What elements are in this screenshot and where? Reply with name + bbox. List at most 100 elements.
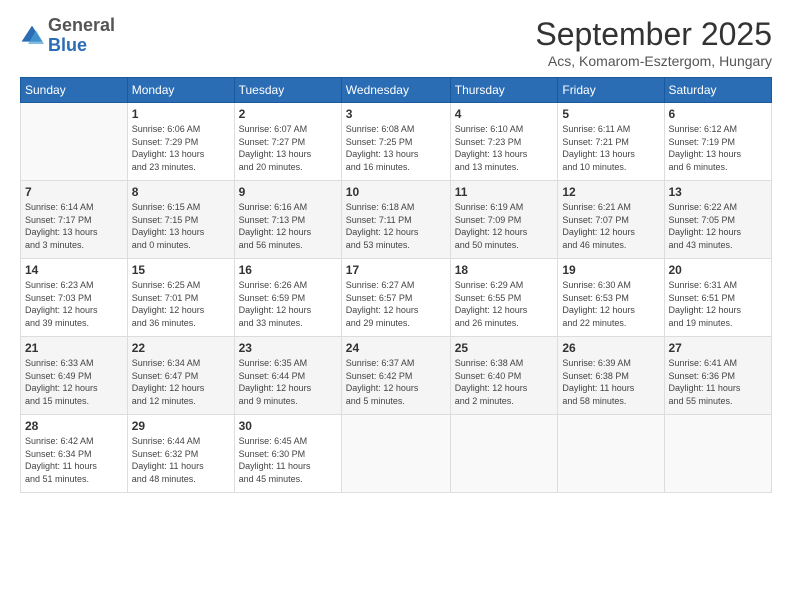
table-row: 22 Sunrise: 6:34 AM Sunset: 6:47 PM Dayli… (127, 337, 234, 415)
day-number: 14 (25, 263, 123, 277)
day-info: Sunrise: 6:16 AM Sunset: 7:13 PM Dayligh… (239, 201, 337, 251)
day-info: Sunrise: 6:41 AM Sunset: 6:36 PM Dayligh… (669, 357, 768, 407)
day-info: Sunrise: 6:14 AM Sunset: 7:17 PM Dayligh… (25, 201, 123, 251)
table-row (558, 415, 664, 493)
day-number: 9 (239, 185, 337, 199)
col-wednesday: Wednesday (341, 78, 450, 103)
day-number: 22 (132, 341, 230, 355)
day-info: Sunrise: 6:37 AM Sunset: 6:42 PM Dayligh… (346, 357, 446, 407)
day-number: 25 (455, 341, 554, 355)
day-info: Sunrise: 6:19 AM Sunset: 7:09 PM Dayligh… (455, 201, 554, 251)
day-info: Sunrise: 6:08 AM Sunset: 7:25 PM Dayligh… (346, 123, 446, 173)
table-row: 3 Sunrise: 6:08 AM Sunset: 7:25 PM Daylig… (341, 103, 450, 181)
table-row: 5Sunrise: 6:11 AM Sunset: 7:21 PM Daylig… (558, 103, 664, 181)
day-info: Sunrise: 6:34 AM Sunset: 6:47 PM Dayligh… (132, 357, 230, 407)
title-section: September 2025 Acs, Komarom-Esztergom, H… (535, 16, 772, 69)
day-info: Sunrise: 6:18 AM Sunset: 7:11 PM Dayligh… (346, 201, 446, 251)
day-info: Sunrise: 6:06 AM Sunset: 7:29 PM Dayligh… (132, 123, 230, 173)
table-row (664, 415, 772, 493)
day-info: Sunrise: 6:15 AM Sunset: 7:15 PM Dayligh… (132, 201, 230, 251)
day-number: 24 (346, 341, 446, 355)
table-row: 14 Sunrise: 6:23 AM Sunset: 7:03 PM Dayli… (21, 259, 128, 337)
day-info: Sunrise: 6:38 AM Sunset: 6:40 PM Dayligh… (455, 357, 554, 407)
table-row: 19 Sunrise: 6:30 AM Sunset: 6:53 PM Dayli… (558, 259, 664, 337)
table-row: 1Sunrise: 6:06 AM Sunset: 7:29 PM Daylig… (127, 103, 234, 181)
calendar-header-row: Sunday Monday Tuesday Wednesday Thursday… (21, 78, 772, 103)
day-info: Sunrise: 6:23 AM Sunset: 7:03 PM Dayligh… (25, 279, 123, 329)
day-info: Sunrise: 6:42 AM Sunset: 6:34 PM Dayligh… (25, 435, 123, 485)
day-info: Sunrise: 6:26 AM Sunset: 6:59 PM Dayligh… (239, 279, 337, 329)
col-monday: Monday (127, 78, 234, 103)
col-tuesday: Tuesday (234, 78, 341, 103)
table-row: 20 Sunrise: 6:31 AM Sunset: 6:51 PM Dayli… (664, 259, 772, 337)
table-row: 13Sunrise: 6:22 AM Sunset: 7:05 PM Dayli… (664, 181, 772, 259)
table-row (450, 415, 558, 493)
table-row (21, 103, 128, 181)
table-row (341, 415, 450, 493)
day-info: Sunrise: 6:21 AM Sunset: 7:07 PM Dayligh… (562, 201, 659, 251)
table-row: 12Sunrise: 6:21 AM Sunset: 7:07 PM Dayli… (558, 181, 664, 259)
table-row: 8 Sunrise: 6:15 AM Sunset: 7:15 PM Daylig… (127, 181, 234, 259)
calendar-week-row: 28 Sunrise: 6:42 AM Sunset: 6:34 PM Dayli… (21, 415, 772, 493)
page-header: General Blue September 2025 Acs, Komarom… (20, 16, 772, 69)
day-number: 27 (669, 341, 768, 355)
day-info: Sunrise: 6:35 AM Sunset: 6:44 PM Dayligh… (239, 357, 337, 407)
table-row: 6 Sunrise: 6:12 AM Sunset: 7:19 PM Daylig… (664, 103, 772, 181)
table-row: 11 Sunrise: 6:19 AM Sunset: 7:09 PM Dayli… (450, 181, 558, 259)
col-thursday: Thursday (450, 78, 558, 103)
calendar-week-row: 1Sunrise: 6:06 AM Sunset: 7:29 PM Daylig… (21, 103, 772, 181)
day-number: 11 (455, 185, 554, 199)
table-row: 23 Sunrise: 6:35 AM Sunset: 6:44 PM Dayli… (234, 337, 341, 415)
table-row: 9 Sunrise: 6:16 AM Sunset: 7:13 PM Daylig… (234, 181, 341, 259)
table-row: 16 Sunrise: 6:26 AM Sunset: 6:59 PM Dayli… (234, 259, 341, 337)
table-row: 15 Sunrise: 6:25 AM Sunset: 7:01 PM Dayli… (127, 259, 234, 337)
calendar-week-row: 7Sunrise: 6:14 AM Sunset: 7:17 PM Daylig… (21, 181, 772, 259)
day-number: 8 (132, 185, 230, 199)
day-number: 21 (25, 341, 123, 355)
day-number: 3 (346, 107, 446, 121)
day-info: Sunrise: 6:30 AM Sunset: 6:53 PM Dayligh… (562, 279, 659, 329)
table-row: 24 Sunrise: 6:37 AM Sunset: 6:42 PM Dayli… (341, 337, 450, 415)
month-title: September 2025 (535, 16, 772, 53)
logo-icon (20, 24, 44, 48)
table-row: 7Sunrise: 6:14 AM Sunset: 7:17 PM Daylig… (21, 181, 128, 259)
day-number: 15 (132, 263, 230, 277)
calendar-table: Sunday Monday Tuesday Wednesday Thursday… (20, 77, 772, 493)
table-row: 10 Sunrise: 6:18 AM Sunset: 7:11 PM Dayli… (341, 181, 450, 259)
table-row: 17 Sunrise: 6:27 AM Sunset: 6:57 PM Dayli… (341, 259, 450, 337)
table-row: 25 Sunrise: 6:38 AM Sunset: 6:40 PM Dayli… (450, 337, 558, 415)
day-info: Sunrise: 6:45 AM Sunset: 6:30 PM Dayligh… (239, 435, 337, 485)
day-info: Sunrise: 6:44 AM Sunset: 6:32 PM Dayligh… (132, 435, 230, 485)
day-number: 16 (239, 263, 337, 277)
day-number: 26 (562, 341, 659, 355)
day-info: Sunrise: 6:07 AM Sunset: 7:27 PM Dayligh… (239, 123, 337, 173)
day-info: Sunrise: 6:22 AM Sunset: 7:05 PM Dayligh… (669, 201, 768, 251)
day-number: 17 (346, 263, 446, 277)
day-number: 23 (239, 341, 337, 355)
day-number: 5 (562, 107, 659, 121)
day-number: 19 (562, 263, 659, 277)
day-number: 20 (669, 263, 768, 277)
day-number: 29 (132, 419, 230, 433)
day-number: 6 (669, 107, 768, 121)
day-number: 18 (455, 263, 554, 277)
day-info: Sunrise: 6:33 AM Sunset: 6:49 PM Dayligh… (25, 357, 123, 407)
day-info: Sunrise: 6:29 AM Sunset: 6:55 PM Dayligh… (455, 279, 554, 329)
logo: General Blue (20, 16, 115, 56)
day-number: 10 (346, 185, 446, 199)
day-info: Sunrise: 6:25 AM Sunset: 7:01 PM Dayligh… (132, 279, 230, 329)
day-info: Sunrise: 6:27 AM Sunset: 6:57 PM Dayligh… (346, 279, 446, 329)
day-info: Sunrise: 6:12 AM Sunset: 7:19 PM Dayligh… (669, 123, 768, 173)
table-row: 18 Sunrise: 6:29 AM Sunset: 6:55 PM Dayli… (450, 259, 558, 337)
location-subtitle: Acs, Komarom-Esztergom, Hungary (535, 53, 772, 69)
table-row: 26 Sunrise: 6:39 AM Sunset: 6:38 PM Dayli… (558, 337, 664, 415)
calendar-week-row: 21 Sunrise: 6:33 AM Sunset: 6:49 PM Dayli… (21, 337, 772, 415)
day-info: Sunrise: 6:31 AM Sunset: 6:51 PM Dayligh… (669, 279, 768, 329)
day-number: 28 (25, 419, 123, 433)
table-row: 30 Sunrise: 6:45 AM Sunset: 6:30 PM Dayli… (234, 415, 341, 493)
col-saturday: Saturday (664, 78, 772, 103)
day-number: 30 (239, 419, 337, 433)
logo-blue-text: Blue (48, 35, 87, 55)
day-info: Sunrise: 6:39 AM Sunset: 6:38 PM Dayligh… (562, 357, 659, 407)
table-row: 21 Sunrise: 6:33 AM Sunset: 6:49 PM Dayli… (21, 337, 128, 415)
